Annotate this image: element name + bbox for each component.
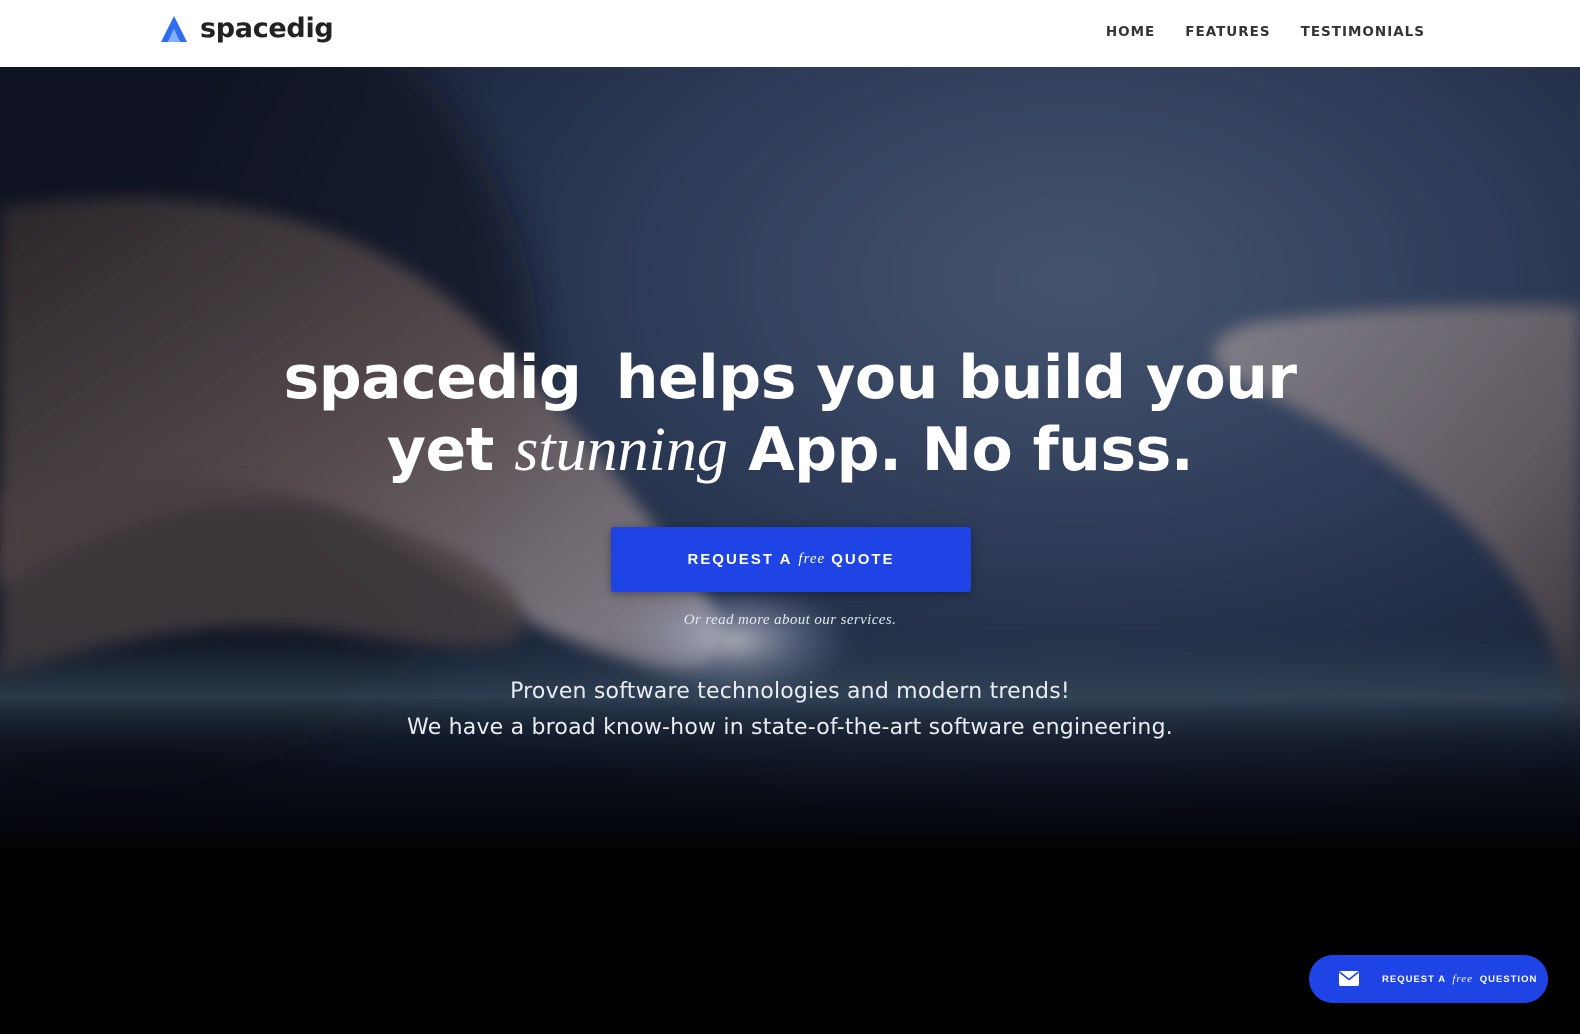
top-navbar: spacedig HOME FEATURES TESTIMONIALS [0, 0, 1580, 67]
request-quote-button[interactable]: REQUEST A free QUOTE [611, 527, 971, 592]
nav-home[interactable]: HOME [1106, 23, 1155, 41]
headline-line1: helps you build your [615, 343, 1297, 413]
headline-line2-end: App. No fuss. [748, 415, 1194, 485]
envelope-icon [1339, 971, 1359, 986]
nav-features[interactable]: FEATURES [1185, 23, 1270, 41]
question-button-label: REQUEST A free QUESTION [1382, 972, 1537, 987]
hero-section: spacedig helps you build your yet stunni… [0, 67, 1580, 1034]
main-nav: HOME FEATURES TESTIMONIALS [1076, 23, 1425, 41]
tagline-line1: Proven software technologies and modern … [510, 679, 1070, 704]
quote-button-suffix: QUOTE [831, 551, 895, 568]
logo-text: spacedig [200, 13, 334, 44]
site-logo[interactable]: spacedig [160, 13, 334, 44]
headline-italic-word: stunning [514, 416, 728, 484]
tagline-line2: We have a broad know-how in state-of-the… [407, 715, 1173, 740]
read-more-services: Or read more about our services. [0, 612, 1580, 629]
read-more-link[interactable]: Or read more about our services. [684, 612, 897, 628]
question-button-suffix: QUESTION [1479, 974, 1538, 985]
quote-button-prefix: REQUEST A [687, 551, 793, 568]
request-question-button[interactable]: REQUEST A free QUESTION [1309, 955, 1548, 1003]
hero-tagline: Proven software technologies and modern … [0, 674, 1580, 746]
question-button-italic: free [1452, 973, 1474, 985]
question-button-prefix: REQUEST A [1382, 974, 1446, 985]
headline-line2-start: yet [386, 415, 495, 485]
logo-icon [161, 16, 187, 42]
quote-button-italic: free [798, 551, 826, 567]
headline-brand: spacedig [283, 343, 582, 413]
nav-testimonials[interactable]: TESTIMONIALS [1301, 23, 1425, 41]
hero-headline: spacedig helps you build your yet stunni… [0, 342, 1580, 486]
